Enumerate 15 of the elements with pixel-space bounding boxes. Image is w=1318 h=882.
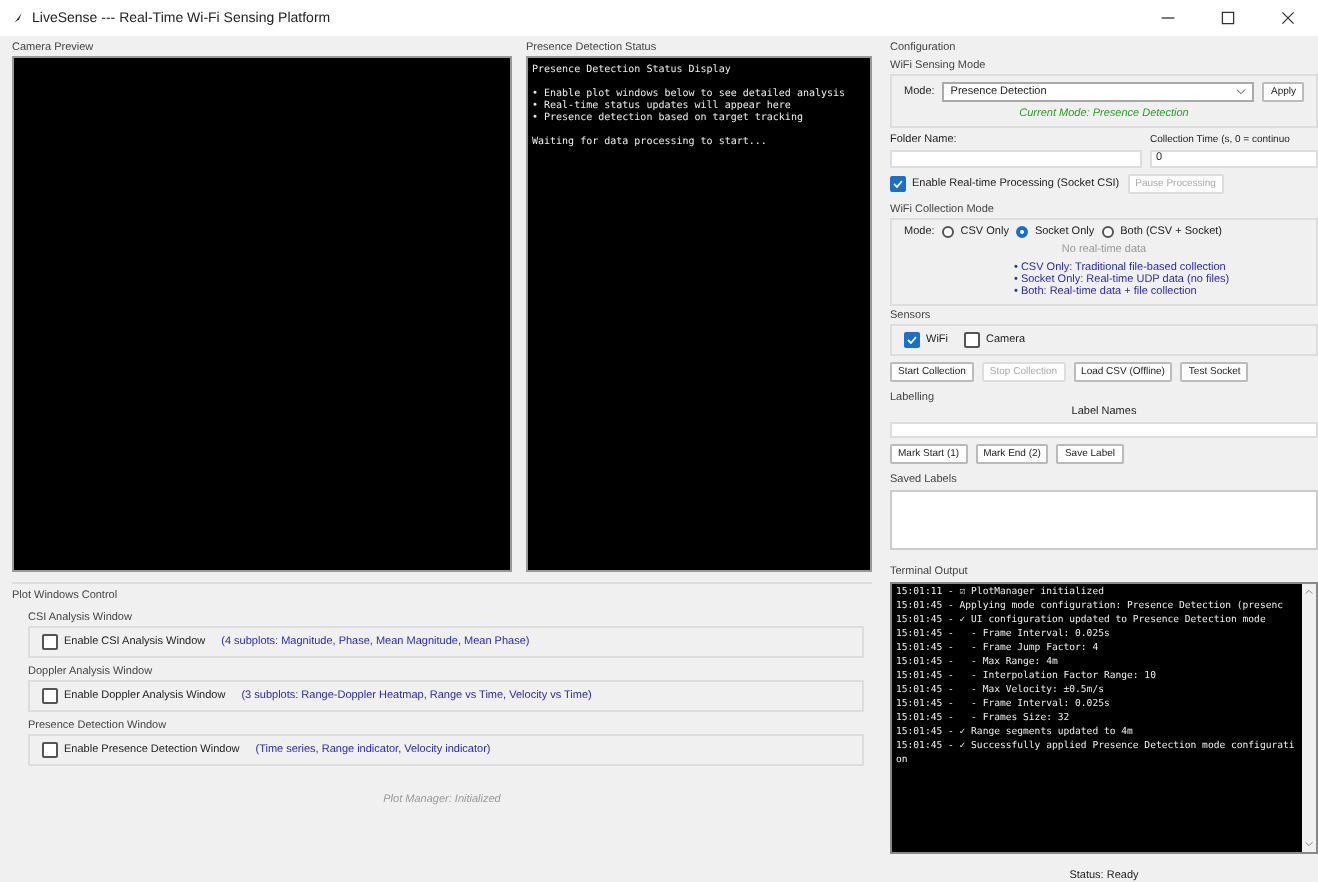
radio-button[interactable] (1016, 226, 1029, 238)
checkbox[interactable] (904, 332, 920, 348)
checkbox[interactable] (890, 176, 906, 192)
close-icon[interactable] (1280, 10, 1296, 26)
checkbox[interactable] (42, 634, 58, 650)
maximize-icon[interactable] (1220, 10, 1236, 26)
checkbox[interactable] (42, 688, 58, 704)
radio-button[interactable] (942, 226, 955, 238)
folder-name-field[interactable] (890, 150, 1142, 168)
radio-button[interactable] (1102, 226, 1115, 238)
checkbox[interactable] (42, 742, 58, 758)
caret-icon (1236, 88, 1247, 96)
feather-icon (12, 10, 24, 26)
label-name-field[interactable] (890, 422, 1318, 439)
checkbox[interactable] (964, 332, 980, 348)
